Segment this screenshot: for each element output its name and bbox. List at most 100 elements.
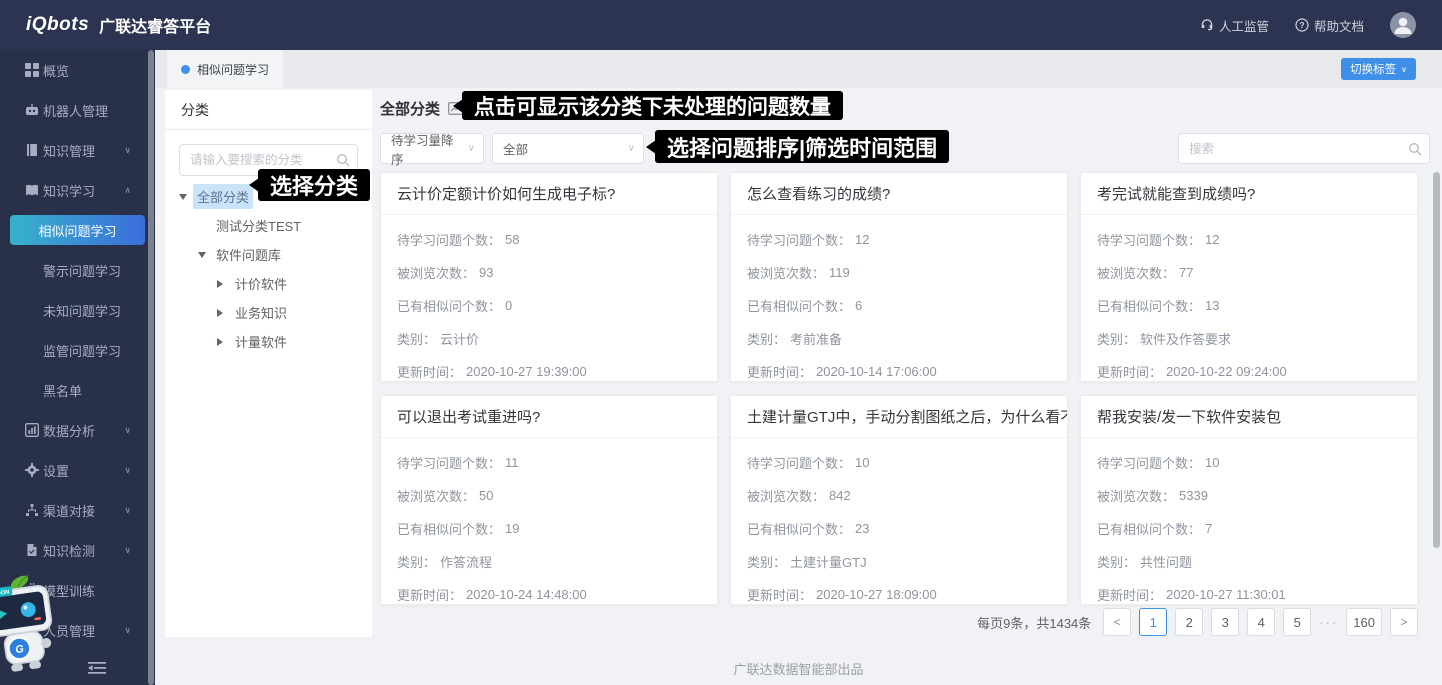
user-avatar[interactable] bbox=[1390, 12, 1416, 38]
help-docs-link[interactable]: ? 帮助文档 bbox=[1295, 16, 1364, 35]
page-button-160[interactable]: 160 bbox=[1346, 608, 1382, 636]
sort-select-value: 待学习量降序 bbox=[391, 130, 459, 168]
card-stat-row: 已有相似问个数：0 bbox=[397, 289, 701, 322]
sidebar-item-unknown-question-learning[interactable]: 未知问题学习 bbox=[0, 290, 155, 330]
card-stat-row: 待学习问题个数：11 bbox=[397, 446, 701, 479]
question-card[interactable]: 怎么查看练习的成绩?待学习问题个数：12被浏览次数：119已有相似问个数：6类别… bbox=[730, 172, 1068, 382]
sort-select[interactable]: 待学习量降序 ∨ bbox=[380, 133, 484, 164]
sidebar-item-settings[interactable]: 设置∨ bbox=[0, 450, 155, 490]
question-card[interactable]: 土建计量GTJ中，手动分割图纸之后，为什么看不...待学习问题个数：10被浏览次… bbox=[730, 395, 1068, 605]
stat-label: 已有相似问个数： bbox=[747, 296, 851, 315]
sidebar-item-blacklist[interactable]: 黑名单 bbox=[0, 370, 155, 410]
stat-value: 13 bbox=[1205, 298, 1219, 313]
collapse-sidebar-icon[interactable] bbox=[88, 661, 108, 677]
sidebar-scrollbar[interactable] bbox=[148, 50, 154, 685]
sidebar-item-knowledge-detection[interactable]: 知识检测∨ bbox=[0, 530, 155, 570]
tree-expanded-arrow-icon[interactable] bbox=[179, 194, 193, 200]
sidebar-item-knowledge-management[interactable]: 知识管理∨ bbox=[0, 130, 155, 170]
stat-label: 更新时间： bbox=[1097, 585, 1162, 604]
stat-label: 更新时间： bbox=[747, 585, 812, 604]
sidebar-item-label: 监管问题学习 bbox=[43, 341, 121, 360]
switch-tag-button[interactable]: 切换标签 ∨ bbox=[1341, 58, 1416, 80]
tree-collapsed-arrow-icon[interactable] bbox=[217, 338, 231, 346]
card-title: 云计价定额计价如何生成电子标? bbox=[381, 173, 717, 215]
tree-node-label: 全部分类 bbox=[193, 184, 253, 209]
question-card[interactable]: 考完试就能查到成绩吗?待学习问题个数：12被浏览次数：77已有相似问个数：13类… bbox=[1080, 172, 1418, 382]
sidebar-item-supervised-question-learning[interactable]: 监管问题学习 bbox=[0, 330, 155, 370]
page-button-3[interactable]: 3 bbox=[1211, 608, 1239, 636]
pagination-next-button[interactable]: > bbox=[1390, 608, 1418, 636]
stat-label: 更新时间： bbox=[397, 585, 462, 604]
sidebar-item-robot-management[interactable]: 机器人管理 bbox=[0, 90, 155, 130]
card-stat-row: 被浏览次数：842 bbox=[747, 479, 1051, 512]
search-icon bbox=[1408, 142, 1422, 156]
headset-icon bbox=[1200, 18, 1214, 32]
tree-collapsed-arrow-icon[interactable] bbox=[217, 280, 231, 288]
sidebar-item-warning-question-learning[interactable]: 警示问题学习 bbox=[0, 250, 155, 290]
pagination-ellipsis[interactable]: ··· bbox=[1319, 615, 1338, 630]
section-title: 全部分类 bbox=[380, 98, 440, 119]
annotation-unprocessed-hint: 点击可显示该分类下未处理的问题数量 bbox=[462, 91, 843, 120]
stat-value: 软件及作答要求 bbox=[1140, 329, 1231, 348]
sidebar-item-overview[interactable]: 概览 bbox=[0, 50, 155, 90]
sidebar: 概览机器人管理知识管理∨知识学习∧ 相似问题学习警示问题学习未知问题学习监管问题学… bbox=[0, 50, 155, 685]
card-stat-row: 类别：云计价 bbox=[397, 322, 701, 355]
page-button-5[interactable]: 5 bbox=[1283, 608, 1311, 636]
page-button-1[interactable]: 1 bbox=[1139, 608, 1167, 636]
time-range-select[interactable]: 全部 ∨ bbox=[492, 133, 644, 164]
pagination-summary: 每页9条，共1434条 bbox=[977, 613, 1091, 632]
sidebar-item-knowledge-learning[interactable]: 知识学习∧ bbox=[0, 170, 155, 210]
time-range-select-value: 全部 bbox=[503, 139, 528, 158]
sidebar-item-label: 知识学习 bbox=[43, 181, 95, 200]
content-scrollbar[interactable] bbox=[1433, 172, 1440, 548]
tree-expanded-arrow-icon[interactable] bbox=[198, 252, 212, 258]
grid-icon bbox=[25, 63, 39, 77]
tab-similar-question-learning[interactable]: 相似问题学习 bbox=[167, 50, 283, 88]
stat-value: 2020-10-27 18:09:00 bbox=[816, 587, 937, 602]
question-card[interactable]: 帮我安装/发一下软件安装包待学习问题个数：10被浏览次数：5339已有相似问个数… bbox=[1080, 395, 1418, 605]
card-body: 待学习问题个数：10被浏览次数：5339已有相似问个数：7类别：共性问题更新时间… bbox=[1081, 438, 1417, 605]
question-card[interactable]: 云计价定额计价如何生成电子标?待学习问题个数：58被浏览次数：93已有相似问个数… bbox=[380, 172, 718, 382]
sidebar-item-label: 设置 bbox=[43, 461, 69, 480]
card-body: 待学习问题个数：11被浏览次数：50已有相似问个数：19类别：作答流程更新时间：… bbox=[381, 438, 717, 605]
card-stat-row: 待学习问题个数：58 bbox=[397, 223, 701, 256]
pagination-prev-button[interactable]: < bbox=[1103, 608, 1131, 636]
tree-node-business-knowledge[interactable]: 业务知识 bbox=[165, 298, 372, 327]
question-card-grid: 云计价定额计价如何生成电子标?待学习问题个数：58被浏览次数：93已有相似问个数… bbox=[380, 172, 1418, 605]
stat-value: 5339 bbox=[1179, 488, 1208, 503]
stat-value: 58 bbox=[505, 232, 519, 247]
page-button-4[interactable]: 4 bbox=[1247, 608, 1275, 636]
stat-value: 6 bbox=[855, 298, 862, 313]
tree-node-measurement-software[interactable]: 计量软件 bbox=[165, 327, 372, 356]
card-stat-row: 更新时间：2020-10-14 17:06:00 bbox=[747, 355, 1051, 382]
question-search-input[interactable] bbox=[1178, 133, 1430, 164]
manual-supervision-link[interactable]: 人工监管 bbox=[1200, 16, 1269, 35]
stat-label: 已有相似问个数： bbox=[747, 519, 851, 538]
sidebar-item-channel-integration[interactable]: 渠道对接∨ bbox=[0, 490, 155, 530]
sidebar-item-data-analysis[interactable]: 数据分析∨ bbox=[0, 410, 155, 450]
stat-label: 类别： bbox=[747, 552, 786, 571]
tree-node-pricing-software[interactable]: 计价软件 bbox=[165, 269, 372, 298]
tree-node-software-question-bank[interactable]: 软件问题库 bbox=[165, 240, 372, 269]
switch-tag-label: 切换标签 bbox=[1350, 61, 1396, 77]
page-button-2[interactable]: 2 bbox=[1175, 608, 1203, 636]
question-card[interactable]: 可以退出考试重进吗?待学习问题个数：11被浏览次数：50已有相似问个数：19类别… bbox=[380, 395, 718, 605]
stat-label: 类别： bbox=[1097, 552, 1136, 571]
stat-value: 2020-10-27 19:39:00 bbox=[466, 364, 587, 379]
robot-icon bbox=[25, 103, 39, 117]
tab-label: 相似问题学习 bbox=[197, 61, 269, 78]
svg-text:?: ? bbox=[1299, 20, 1304, 30]
tree-collapsed-arrow-icon[interactable] bbox=[217, 309, 231, 317]
card-stat-row: 更新时间：2020-10-24 14:48:00 bbox=[397, 578, 701, 605]
app-root: iQbots 广联达睿答平台 人工监管 ? 帮助文档 概览机器人管理知识管理∨知… bbox=[0, 0, 1442, 685]
sidebar-item-similar-question-learning[interactable]: 相似问题学习 bbox=[10, 215, 145, 245]
card-stat-row: 更新时间： 2020-10-27 18:09:00 bbox=[747, 578, 1051, 605]
sidebar-menu: 概览机器人管理知识管理∨知识学习∧ 相似问题学习警示问题学习未知问题学习监管问题学… bbox=[0, 50, 155, 650]
card-stat-row: 待学习问题个数：12 bbox=[1097, 223, 1401, 256]
stat-label: 类别： bbox=[397, 329, 436, 348]
card-stat-row: 待学习问题个数：10 bbox=[1097, 446, 1401, 479]
tree-node-test-category[interactable]: 测试分类TEST bbox=[165, 211, 372, 240]
stat-value: 50 bbox=[479, 488, 493, 503]
stat-label: 更新时间： bbox=[397, 362, 462, 381]
stat-value: 842 bbox=[829, 488, 851, 503]
